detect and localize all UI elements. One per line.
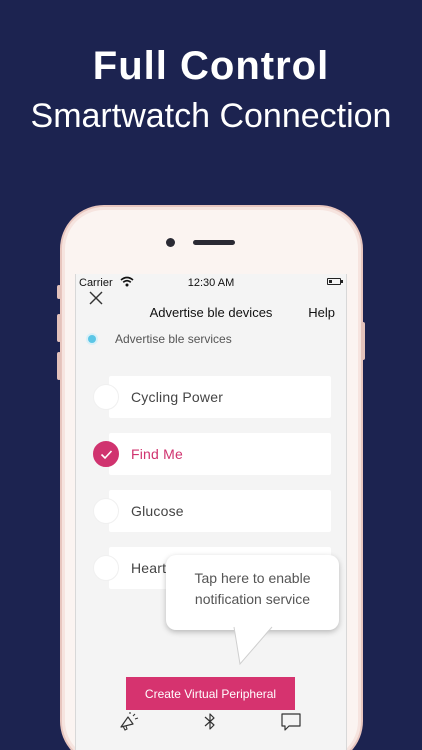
tooltip-line-1: Tap here to enable <box>194 570 311 586</box>
promo-headline: Full Control <box>92 44 330 88</box>
service-label: Glucose <box>131 503 184 519</box>
tooltip-pointer <box>233 626 273 666</box>
service-label: Find Me <box>131 446 183 462</box>
promo-subheadline: Smartwatch Connection <box>30 97 392 135</box>
nav-title: Advertise ble devices <box>149 305 273 320</box>
battery-icon <box>327 278 343 285</box>
phone-screen: Carrier 12:30 AM Advertise ble devices H… <box>75 274 347 750</box>
bluetooth-icon[interactable] <box>203 712 217 732</box>
front-camera <box>166 238 175 247</box>
status-time: 12:30 AM <box>187 277 235 289</box>
close-icon[interactable] <box>88 290 104 306</box>
service-radio-find-me[interactable] <box>93 441 119 467</box>
service-item-cycling-power[interactable]: Cycling Power <box>109 376 331 418</box>
page-indicator <box>194 743 236 750</box>
service-radio-glucose[interactable] <box>93 498 119 524</box>
advertise-services-label: Advertise ble services <box>115 332 232 346</box>
chat-bubble-icon[interactable] <box>280 712 302 732</box>
megaphone-icon[interactable] <box>118 712 140 732</box>
status-bar: Carrier 12:30 AM <box>76 274 346 291</box>
service-radio-cycling-power[interactable] <box>93 384 119 410</box>
volume-down-button <box>57 352 61 380</box>
service-label: Cycling Power <box>131 389 224 405</box>
advertise-status-dot <box>88 335 96 343</box>
create-virtual-peripheral-button[interactable]: Create Virtual Peripheral <box>126 677 295 710</box>
earpiece-speaker <box>193 240 235 245</box>
volume-up-button <box>57 314 61 342</box>
help-button[interactable]: Help <box>308 305 335 320</box>
check-icon <box>100 450 113 460</box>
service-label: Heart <box>131 560 167 576</box>
power-button <box>361 322 365 360</box>
service-radio-heart[interactable] <box>93 555 119 581</box>
tooltip-line-2: notification service <box>194 591 311 607</box>
notification-tooltip[interactable]: Tap here to enable notification service <box>166 555 339 630</box>
service-item-find-me[interactable]: Find Me <box>109 433 331 475</box>
mute-switch <box>57 285 61 299</box>
service-item-glucose[interactable]: Glucose <box>109 490 331 532</box>
